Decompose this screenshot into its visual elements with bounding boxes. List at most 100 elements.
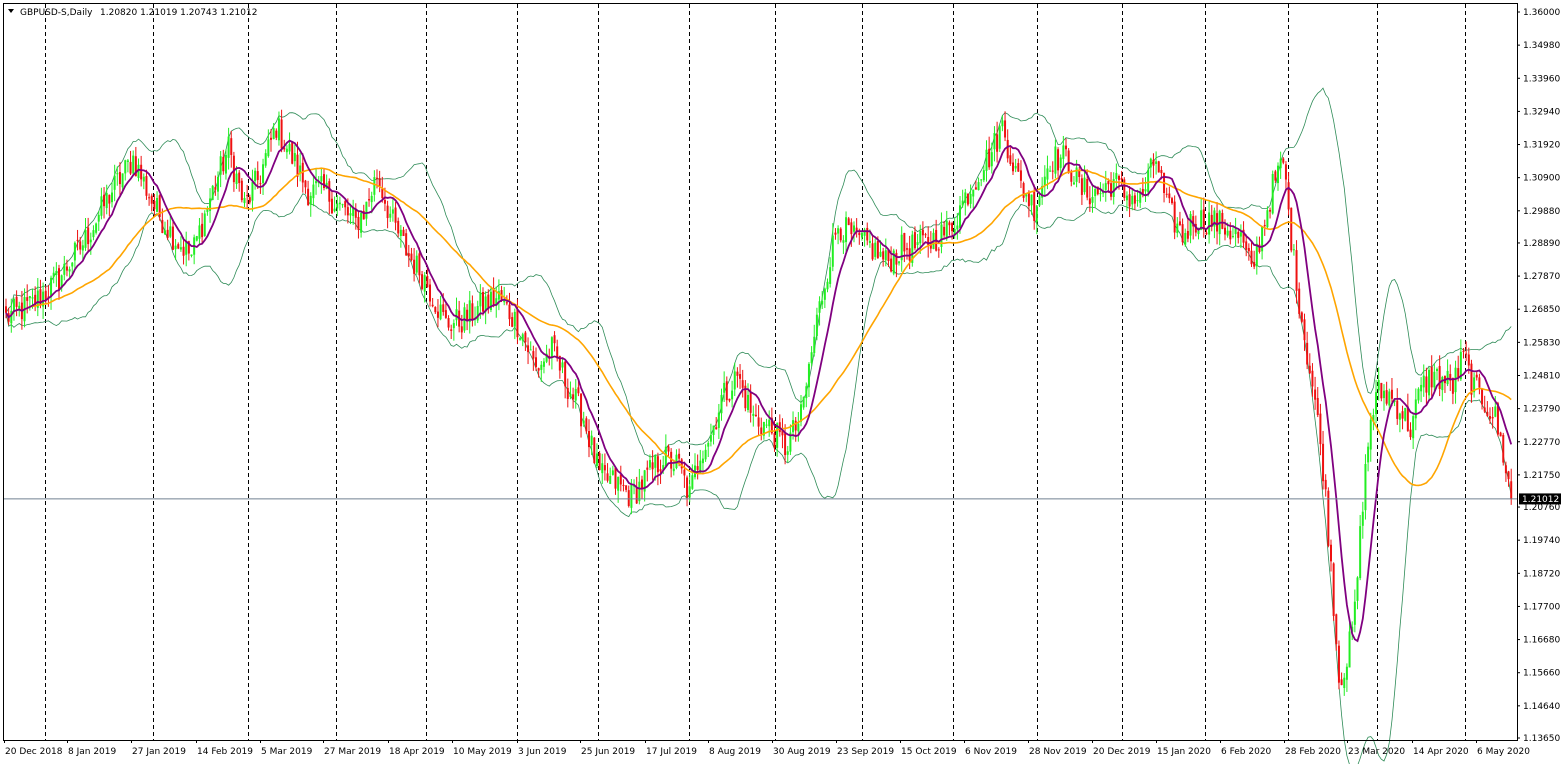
candle-body [423, 275, 426, 292]
candle-body [171, 226, 174, 250]
candle-body [606, 473, 609, 481]
candle-body [1369, 419, 1372, 450]
candle-body [1375, 392, 1378, 415]
candle-body [937, 249, 940, 251]
y-tick-label: 1.32940 [1523, 107, 1560, 117]
candle-body [1229, 230, 1232, 240]
candle-body [256, 171, 259, 181]
candle-body [850, 222, 853, 235]
candle-body [1345, 666, 1348, 680]
candle-body [664, 446, 667, 467]
candle-body [450, 329, 453, 331]
candle-body [389, 213, 392, 218]
candle-body [1269, 209, 1272, 212]
candle-body [1359, 526, 1362, 579]
candle-body [924, 234, 927, 236]
candle-body [376, 177, 378, 179]
candle-body [553, 335, 556, 344]
candle-body [1404, 407, 1407, 421]
candle-body [535, 357, 537, 368]
candle [203, 210, 206, 237]
candle-body [972, 189, 975, 197]
candle-body [1080, 178, 1083, 195]
candle-body [76, 239, 79, 241]
candle-body [733, 371, 736, 390]
candle-body [1377, 380, 1380, 391]
candle-body [142, 176, 145, 182]
candle-body [868, 240, 871, 243]
candle-body [948, 222, 951, 226]
candle-body [1059, 157, 1062, 168]
candle [1327, 487, 1330, 548]
y-tick-label: 1.15660 [1523, 669, 1560, 679]
candle-body [834, 232, 837, 235]
candle-body [1489, 416, 1491, 419]
candle-body [1348, 631, 1351, 668]
candle-body [190, 254, 193, 256]
x-tick-label: 20 Dec 2019 [1093, 747, 1151, 757]
candle-body [447, 318, 450, 328]
candle-body [1234, 228, 1237, 235]
candle-body [760, 427, 763, 435]
candle-body [511, 317, 514, 327]
candle-body [1022, 183, 1025, 198]
candle-body [895, 252, 898, 265]
candle [839, 227, 842, 243]
candle-body [399, 229, 402, 236]
candle-body [1147, 169, 1150, 193]
candle-body [31, 297, 34, 299]
candle-body [156, 197, 159, 212]
candle-body [1282, 158, 1285, 163]
candle-body [656, 456, 659, 473]
candle-body [92, 230, 95, 238]
candle-body [741, 380, 744, 388]
candle-body [731, 390, 734, 400]
x-tick-label: 14 Feb 2019 [197, 747, 253, 757]
candle-body [328, 181, 331, 202]
y-tick-label: 1.18720 [1523, 569, 1560, 579]
candle-body [1157, 161, 1160, 173]
candle-body [235, 173, 238, 185]
candle-body [426, 275, 429, 288]
candle-body [391, 209, 394, 214]
candle-body [1088, 198, 1091, 205]
candle-body [315, 181, 318, 184]
candle-body [1062, 145, 1065, 159]
candle-body [285, 148, 288, 153]
candle-body [1502, 434, 1505, 463]
candle-body [219, 156, 222, 175]
candle-body [1006, 139, 1009, 159]
candle-body [853, 225, 855, 232]
candle-body [813, 336, 816, 354]
candle-body [89, 239, 92, 243]
candle-body [1208, 212, 1211, 235]
candle-body [487, 294, 490, 308]
symbol-title: GBPUSD-S,Daily [20, 8, 93, 18]
candle-body [505, 302, 508, 304]
candle-body [1279, 158, 1282, 169]
candle-body [1001, 120, 1004, 127]
candle-body [1149, 158, 1152, 168]
candle-body [1353, 601, 1356, 625]
candle-body [1388, 391, 1391, 406]
candle-body [871, 243, 874, 260]
candle-body [132, 155, 135, 174]
candle-body [429, 284, 431, 302]
candle-body [1057, 149, 1060, 171]
candle-body [858, 232, 861, 236]
candle-body [866, 227, 869, 241]
candle-body [1422, 375, 1425, 388]
candle-body [272, 128, 275, 140]
candle-body [1004, 120, 1007, 138]
candle-body [1216, 213, 1219, 232]
candle-body [1107, 181, 1110, 185]
candle-body [198, 225, 201, 239]
candle-body [521, 334, 524, 341]
candle-body [153, 200, 156, 210]
candle-body [739, 374, 742, 379]
candle-body [373, 177, 376, 195]
chart-area: 1.36000 1.34980 1.33960 1.32940 1.31920 1.309… [0, 0, 1567, 768]
candle-body [906, 248, 908, 250]
candle-body [1457, 368, 1460, 378]
y-tick-label: 1.26850 [1523, 305, 1560, 315]
